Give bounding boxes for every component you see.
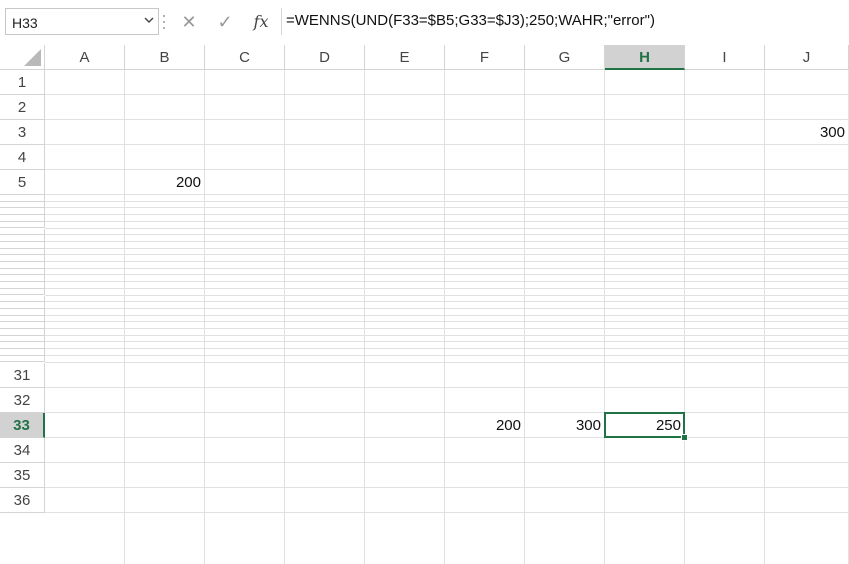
column-header-g[interactable]: G — [525, 45, 605, 70]
row-header-hidden[interactable] — [0, 228, 45, 236]
grid-line — [45, 267, 849, 269]
formula-bar-grip[interactable] — [163, 12, 165, 32]
name-box[interactable]: H33 — [5, 8, 159, 35]
grid-line — [45, 328, 849, 329]
column-header-i[interactable]: I — [685, 45, 765, 70]
row-header-4[interactable]: 4 — [0, 145, 45, 170]
grid-line — [45, 214, 849, 216]
row-header-31[interactable]: 31 — [0, 362, 45, 388]
row-header-hidden[interactable] — [0, 329, 45, 336]
grid-line — [45, 144, 849, 145]
grid-line — [45, 220, 849, 222]
spreadsheet-grid[interactable]: ABCDEFGHIJ 1 2 3 4 5 31 32 33 34 35 36 200 300 200 30… — [0, 45, 849, 564]
grid-line — [45, 274, 849, 276]
column-header-b[interactable]: B — [125, 45, 205, 70]
row-header-hidden[interactable] — [0, 262, 45, 269]
grid-line — [45, 386, 849, 388]
row-header-hidden[interactable] — [0, 201, 45, 209]
row-header-hidden[interactable] — [0, 308, 45, 316]
row-header-hidden[interactable] — [0, 349, 45, 356]
row-header-hidden[interactable] — [0, 215, 45, 222]
row-header-hidden[interactable] — [0, 302, 45, 309]
grid-line — [45, 227, 849, 229]
chevron-down-icon[interactable] — [144, 16, 154, 27]
grid-line — [45, 281, 849, 283]
grid-line — [45, 94, 849, 95]
formula-input[interactable]: =WENNS(UND(F33=$B5;G33=$J3);250;WAHR;"er… — [286, 12, 655, 29]
grid-line — [45, 301, 849, 303]
grid-line — [45, 254, 849, 256]
grid-line — [45, 354, 849, 356]
grid-line — [45, 486, 849, 488]
grid-line — [45, 348, 849, 350]
column-header-h[interactable]: H — [605, 45, 685, 70]
row-header-hidden[interactable] — [0, 208, 45, 216]
enter-icon[interactable]: ✓ — [212, 9, 238, 35]
row-header-32[interactable]: 32 — [0, 387, 45, 413]
row-header-hidden[interactable] — [0, 295, 45, 303]
column-header-f[interactable]: F — [445, 45, 525, 70]
cell-b5[interactable]: 200 — [125, 170, 205, 195]
row-header-3[interactable]: 3 — [0, 120, 45, 145]
grid-line — [45, 119, 849, 120]
grid-line — [45, 294, 849, 296]
row-header-hidden[interactable] — [0, 335, 45, 343]
row-header-2[interactable]: 2 — [0, 95, 45, 120]
grid-line — [45, 461, 849, 463]
grid-line — [45, 261, 849, 262]
row-header-36[interactable]: 36 — [0, 487, 45, 513]
row-header-hidden[interactable] — [0, 355, 45, 363]
row-header-hidden[interactable] — [0, 195, 45, 202]
grid-line — [45, 341, 849, 343]
cell-g33[interactable]: 300 — [525, 413, 605, 438]
grid-line — [45, 307, 849, 309]
row-header-hidden[interactable] — [0, 248, 45, 256]
grid-line — [45, 207, 849, 209]
row-header-hidden[interactable] — [0, 288, 45, 296]
column-header-d[interactable]: D — [285, 45, 365, 70]
formula-separator — [281, 8, 282, 35]
row-header-1[interactable]: 1 — [0, 70, 45, 95]
grid-line — [45, 247, 849, 249]
formula-bar: H33 ✕ ✓ fx =WENNS(UND(F33=$B5;G33=$J3);2… — [0, 0, 849, 45]
row-header-hidden[interactable] — [0, 235, 45, 242]
column-header-a[interactable]: A — [45, 45, 125, 70]
column-header-j[interactable]: J — [765, 45, 849, 70]
grid-line — [45, 200, 849, 202]
grid-line — [45, 234, 849, 236]
row-header-5[interactable]: 5 — [0, 170, 45, 195]
row-header-hidden[interactable] — [0, 221, 45, 229]
row-header-hidden[interactable] — [0, 275, 45, 283]
cancel-icon[interactable]: ✕ — [176, 9, 202, 35]
row-header-hidden[interactable] — [0, 322, 45, 329]
row-header-33[interactable]: 33 — [0, 412, 45, 438]
row-header-35[interactable]: 35 — [0, 462, 45, 488]
row-header-hidden[interactable] — [0, 282, 45, 289]
column-header-e[interactable]: E — [365, 45, 445, 70]
cell-f33[interactable]: 200 — [445, 413, 525, 438]
fill-handle[interactable] — [681, 433, 688, 441]
row-header-hidden[interactable] — [0, 342, 45, 350]
row-header-hidden[interactable] — [0, 255, 45, 262]
column-header-c[interactable]: C — [205, 45, 285, 70]
row-header-hidden[interactable] — [0, 268, 45, 276]
selection-border — [604, 411, 685, 438]
grid-line — [45, 314, 849, 316]
grid-line — [45, 321, 849, 323]
grid-line — [45, 511, 849, 513]
cell-j3[interactable]: 300 — [765, 120, 849, 145]
grid-line — [45, 240, 849, 242]
row-header-hidden[interactable] — [0, 315, 45, 323]
insert-function-icon[interactable]: fx — [248, 9, 274, 35]
row-header-hidden[interactable] — [0, 241, 45, 249]
grid-line — [45, 287, 849, 289]
grid-line — [45, 334, 849, 336]
select-all-button[interactable] — [0, 45, 45, 70]
grid-line — [45, 361, 849, 363]
row-header-34[interactable]: 34 — [0, 437, 45, 463]
name-box-value: H33 — [12, 15, 38, 31]
